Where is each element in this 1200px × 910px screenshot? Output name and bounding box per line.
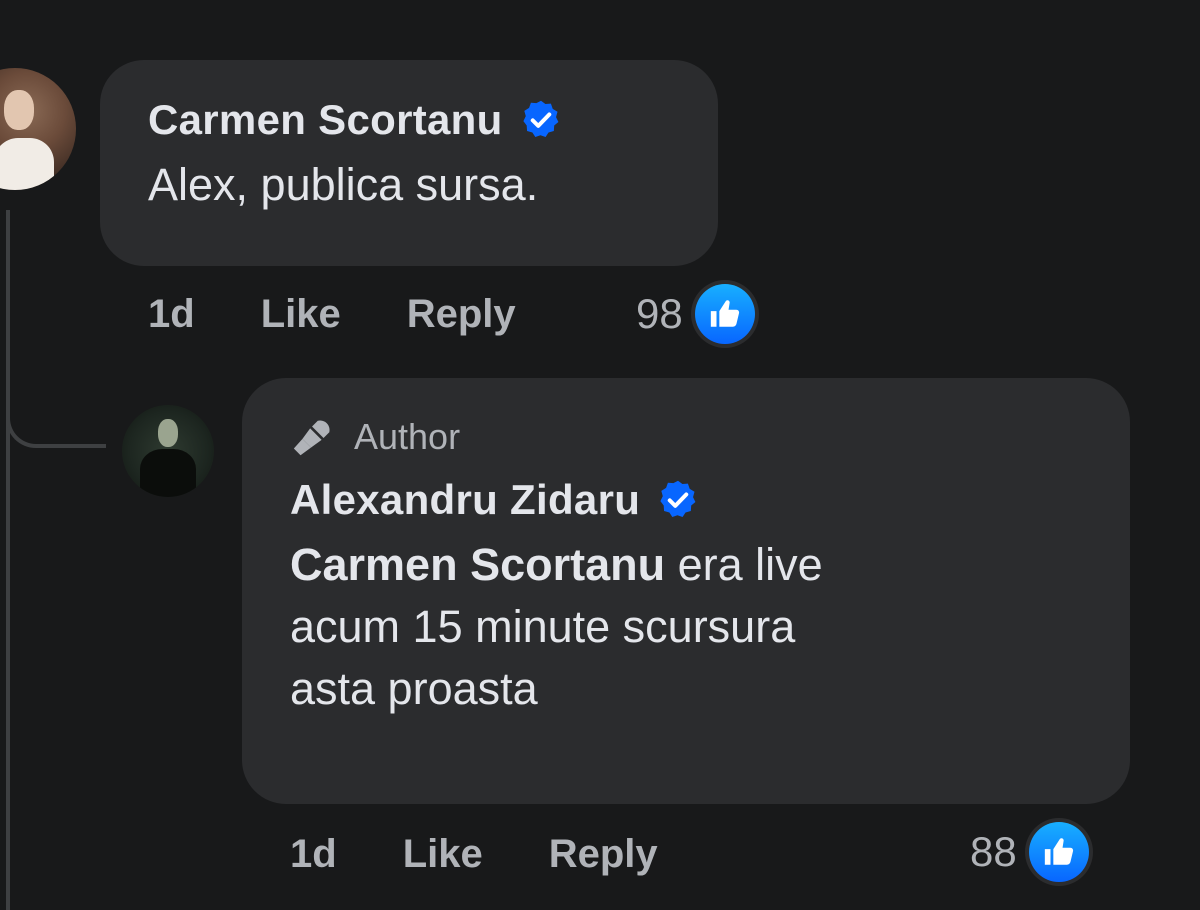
author-badge-label: Author (354, 416, 461, 457)
verified-badge-icon (656, 478, 700, 522)
like-button[interactable]: Like (403, 832, 483, 877)
comment-text: Alex, publica sursa. (148, 159, 539, 210)
comment-text-line: asta proasta (290, 663, 538, 714)
author-name-text[interactable]: Alexandru Zidaru (290, 474, 640, 526)
comment-timestamp[interactable]: 1d (148, 292, 195, 337)
reaction-count: 88 (970, 828, 1017, 875)
reaction-summary[interactable]: 98 (636, 280, 759, 348)
author-name-text[interactable]: Carmen Scortanu (148, 94, 503, 146)
thread-reply-connector (6, 380, 106, 448)
like-reaction-icon (1024, 818, 1093, 886)
thread-line (6, 210, 10, 910)
comment-text-line: era live (665, 539, 823, 590)
comment-bubble: Carmen Scortanu Alex, publica sursa. (100, 60, 718, 266)
like-reaction-icon (690, 280, 759, 348)
reply-button[interactable]: Reply (549, 832, 658, 877)
comment-actions: 1d Like Reply (290, 826, 724, 882)
avatar[interactable] (122, 405, 214, 497)
like-button[interactable]: Like (261, 292, 341, 337)
verified-badge-icon (519, 98, 563, 142)
avatar[interactable] (0, 68, 76, 190)
microphone-icon (293, 420, 330, 456)
comment-author[interactable]: Carmen Scortanu (148, 94, 670, 146)
mention-link[interactable]: Carmen Scortanu (290, 539, 665, 590)
previous-comment-fragment (205, 0, 605, 8)
comment-text: Carmen Scortanu era live acum 15 minute … (290, 534, 1082, 720)
reply-button[interactable]: Reply (407, 292, 516, 337)
author-badge: Author (290, 414, 1082, 460)
comment-author[interactable]: Alexandru Zidaru (290, 474, 1082, 526)
reaction-summary[interactable]: 88 (970, 818, 1093, 886)
comment-bubble: Author Alexandru Zidaru Carmen Scortanu … (242, 378, 1130, 804)
comment-timestamp[interactable]: 1d (290, 832, 337, 877)
comment-actions: 1d Like Reply (148, 286, 582, 342)
comment-text-line: acum 15 minute scursura (290, 601, 796, 652)
reaction-count: 98 (636, 290, 683, 337)
